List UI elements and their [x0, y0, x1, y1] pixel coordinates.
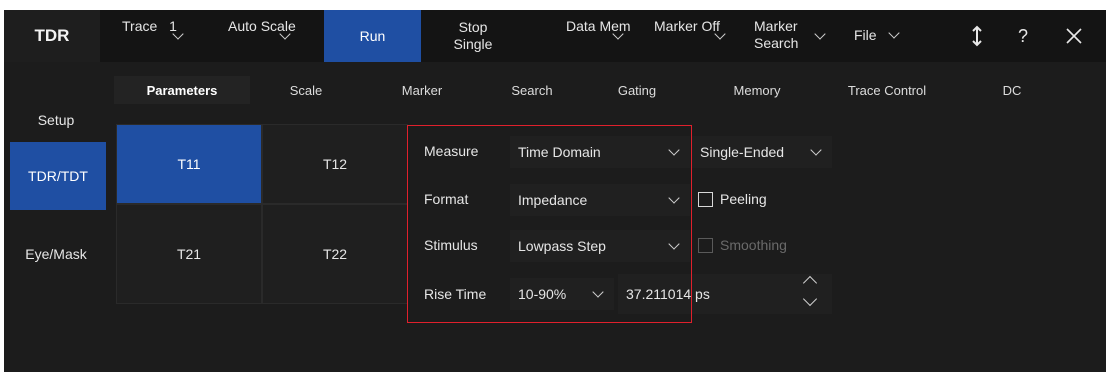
rise-time-label: Rise Time [424, 286, 487, 302]
tab-memory[interactable]: Memory [692, 76, 822, 104]
chevron-down-icon [668, 192, 680, 204]
tab-dc[interactable]: DC [952, 76, 1072, 104]
tab-parameters[interactable]: Parameters [114, 76, 250, 104]
sidebar-item-eye-mask[interactable]: Eye/Mask [4, 232, 108, 276]
sidebar-item-tdr-tdt[interactable]: TDR/TDT [10, 142, 106, 210]
format-value: Impedance [518, 192, 588, 208]
run-button[interactable]: Run [324, 10, 421, 62]
chevron-down-icon [810, 144, 822, 156]
rise-time-value: 10-90% [518, 286, 567, 302]
parameters-panel: T11 T12 T21 T22 Measure Time Domain Sing… [112, 106, 1106, 314]
marker-search-line1: Marker [754, 18, 798, 34]
measure-dropdown[interactable]: Time Domain [510, 136, 690, 168]
data-mem-dropdown[interactable]: Data Mem [550, 10, 644, 62]
tab-label: Trace Control [847, 82, 927, 98]
tab-label: Scale [289, 82, 323, 98]
cell-label: T11 [177, 156, 201, 172]
stop-line2: Single [453, 36, 493, 52]
single-ended-value: Single-Ended [700, 144, 785, 160]
stimulus-value: Lowpass Step [518, 238, 606, 254]
tab-label: Parameters [146, 82, 218, 98]
tab-scale[interactable]: Scale [250, 76, 362, 104]
sidebar: Setup TDR/TDT Eye/Mask [4, 62, 108, 372]
help-glyph: ? [1017, 25, 1028, 46]
tab-search[interactable]: Search [482, 76, 582, 104]
marker-off-dropdown[interactable]: Marker Off [644, 10, 734, 62]
format-dropdown[interactable]: Impedance [510, 184, 690, 216]
cell-label: T22 [322, 246, 348, 262]
cell-label: T21 [176, 246, 202, 262]
stimulus-label: Stimulus [424, 237, 478, 253]
tab-label: DC [1002, 82, 1022, 98]
marker-off-label: Marker Off [654, 18, 720, 35]
chevron-down-icon [668, 144, 680, 156]
trace-cell-t12[interactable]: T12 [262, 124, 408, 204]
sidebar-item-label: Setup [37, 112, 75, 128]
marker-search-dropdown[interactable]: Marker Search [734, 10, 828, 62]
trace-dropdown[interactable]: Trace 1 [108, 10, 198, 62]
tab-marker[interactable]: Marker [362, 76, 482, 104]
toolbar: TDR Trace 1 Auto Scale Run Stop Single D… [4, 10, 1106, 62]
peeling-label: Peeling [720, 191, 767, 207]
tab-trace-control[interactable]: Trace Control [822, 76, 952, 104]
app-title-text: TDR [34, 26, 70, 45]
rise-time-input[interactable]: 37.211014 ps [618, 274, 832, 314]
stop-single-button[interactable]: Stop Single [421, 10, 525, 62]
trace-label-line1: Trace [122, 18, 158, 34]
peeling-checkbox[interactable] [698, 192, 713, 207]
auto-scale-button[interactable]: Auto Scale [200, 10, 310, 62]
help-icon[interactable]: ? [1006, 10, 1040, 62]
smoothing-checkbox[interactable] [698, 238, 713, 253]
trace-cell-t21[interactable]: T21 [116, 204, 262, 304]
trace-label: Trace 1 [122, 18, 177, 35]
close-icon[interactable] [1054, 10, 1094, 62]
marker-off-line1: Marker [654, 18, 698, 34]
run-label: Run [359, 28, 386, 44]
marker-search-line2: Search [754, 35, 799, 51]
close-graphic [1066, 28, 1082, 44]
sidebar-item-label: Eye/Mask [25, 246, 87, 262]
cell-label: T12 [322, 156, 348, 172]
updown-arrow-graphic [972, 25, 982, 47]
data-mem-line1: Data [566, 18, 596, 34]
stop-line1: Stop [458, 19, 488, 35]
smoothing-label: Smoothing [720, 237, 787, 253]
tab-label: Search [511, 82, 553, 98]
tab-label: Memory [733, 82, 781, 98]
sidebar-item-setup[interactable]: Setup [4, 100, 108, 140]
rise-time-dropdown[interactable]: 10-90% [510, 278, 614, 310]
tab-gating[interactable]: Gating [582, 76, 692, 104]
sidebar-item-label: TDR/TDT [28, 168, 88, 184]
measure-value: Time Domain [518, 144, 601, 160]
auto-scale-line2: Scale [260, 18, 296, 34]
tab-label: Marker [401, 82, 443, 98]
measure-label: Measure [424, 143, 479, 159]
trace-cell-t11[interactable]: T11 [116, 124, 262, 204]
file-label: File [854, 27, 877, 43]
format-label: Format [424, 191, 469, 207]
file-dropdown[interactable]: File [840, 10, 920, 62]
app-title: TDR [4, 10, 100, 62]
single-ended-dropdown[interactable]: Single-Ended [692, 136, 832, 168]
auto-scale-line1: Auto [228, 18, 257, 34]
chevron-down-icon [668, 238, 680, 250]
tab-label: Gating [617, 82, 657, 98]
rise-time-number: 37.211014 ps [626, 286, 710, 302]
trace-cell-t22[interactable]: T22 [262, 204, 408, 304]
stimulus-dropdown[interactable]: Lowpass Step [510, 230, 690, 262]
subtab-bar: Parameters Scale Marker Search Gating Me… [108, 76, 1106, 104]
chevron-down-icon [888, 27, 900, 39]
updown-arrow-icon[interactable] [960, 10, 994, 62]
chevron-down-icon [592, 286, 604, 298]
